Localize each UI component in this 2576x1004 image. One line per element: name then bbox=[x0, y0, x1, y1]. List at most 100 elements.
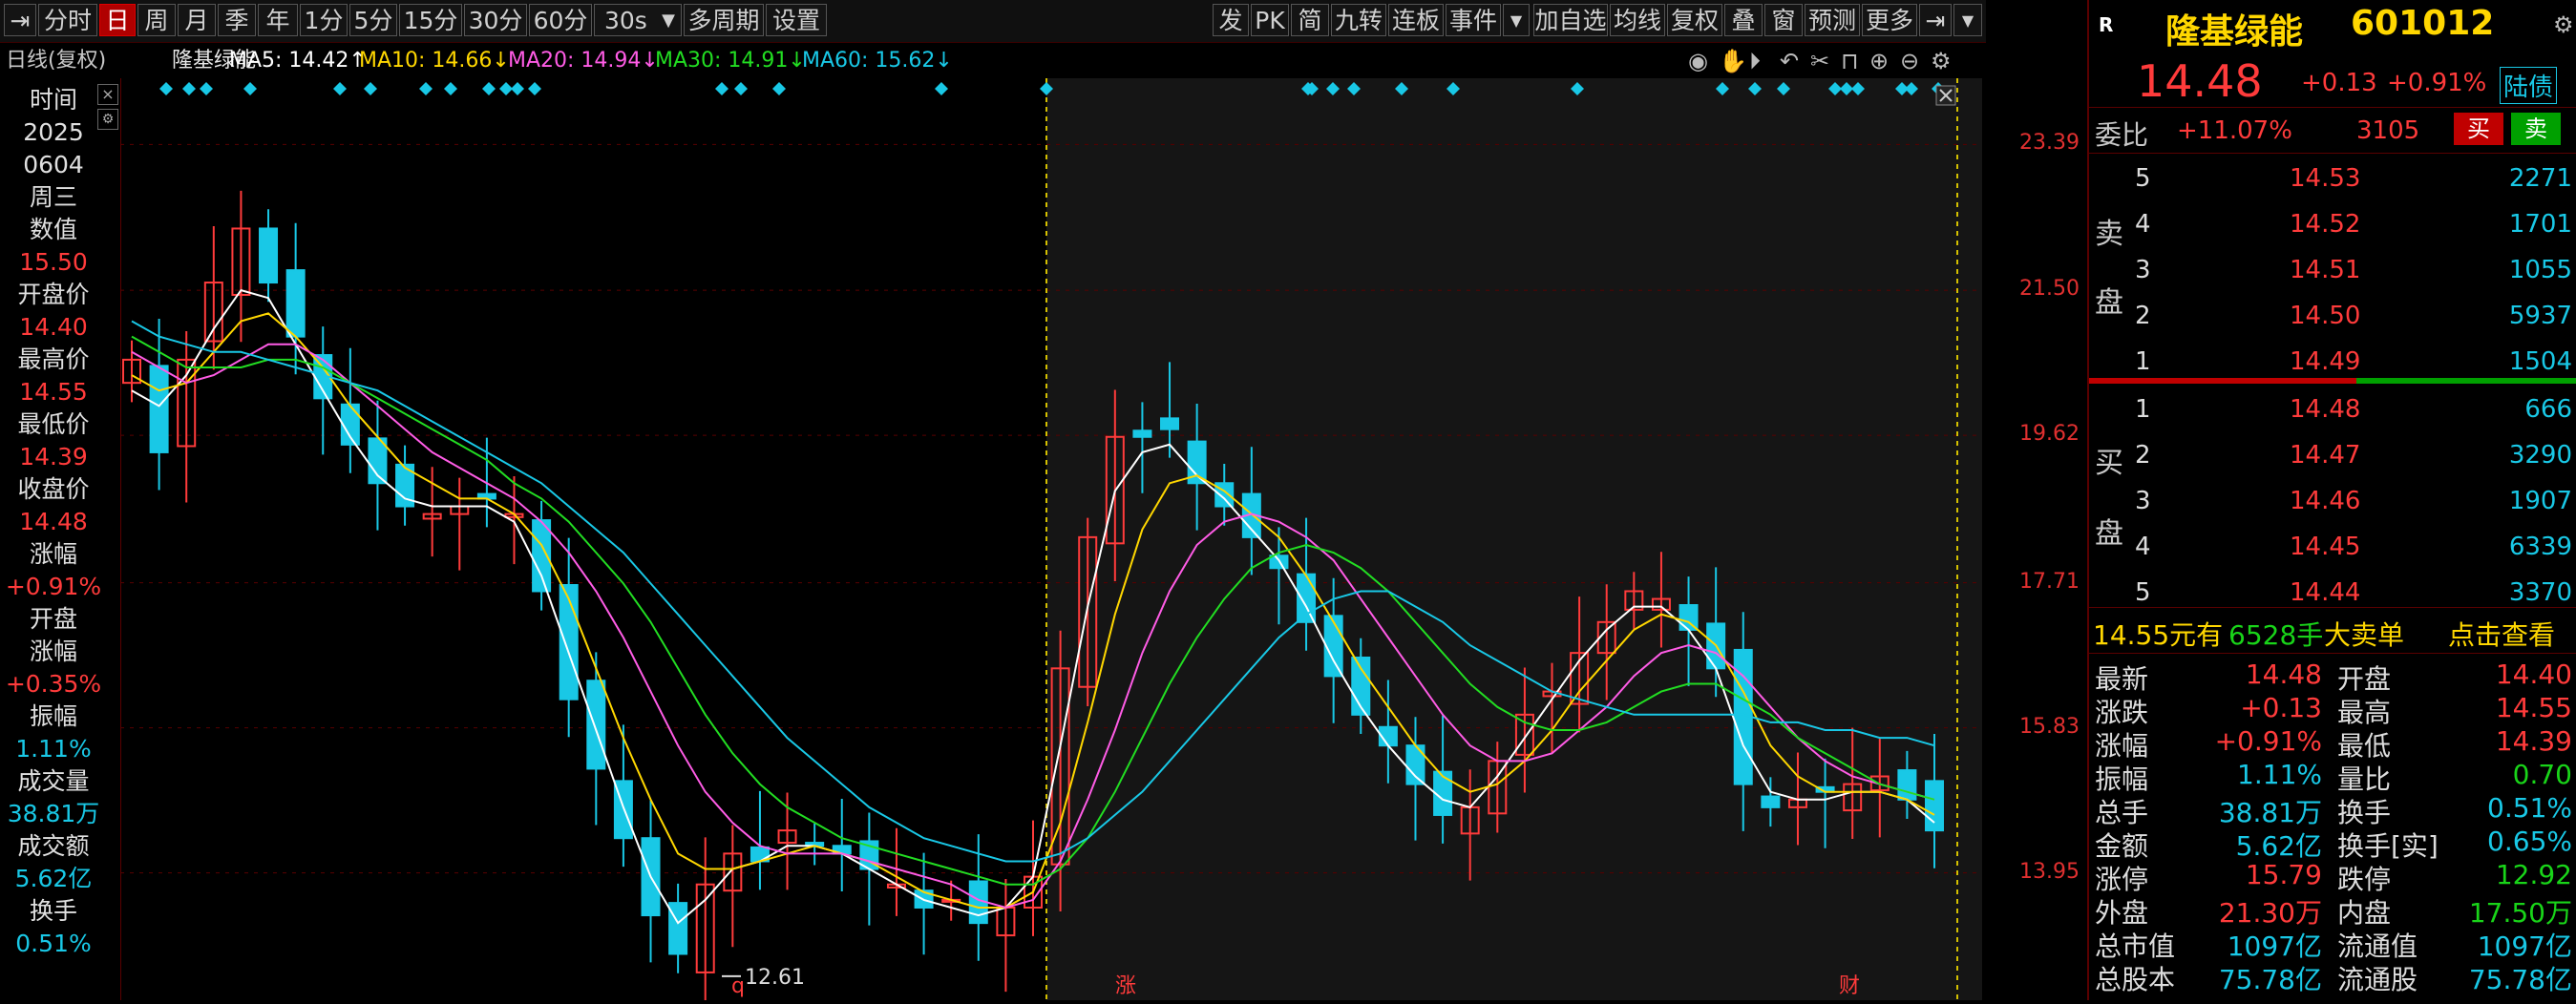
play-icon[interactable]: ⏵ bbox=[1749, 44, 1761, 78]
forecast-button[interactable]: 预测 bbox=[1805, 4, 1860, 36]
signal-diamond-icon bbox=[715, 82, 728, 95]
low-value: 14.39 bbox=[19, 443, 88, 471]
overlay-button[interactable]: 叠 bbox=[1724, 4, 1763, 36]
ask-price[interactable]: 14.49 bbox=[2290, 347, 2360, 376]
stat-label: 外盘 bbox=[2095, 897, 2149, 929]
event-marker-finance: 财 bbox=[1839, 974, 1860, 998]
tab-daily[interactable]: 日 bbox=[99, 4, 136, 36]
tab-intraday[interactable]: 分时 bbox=[38, 4, 97, 36]
ask-vol: 5937 bbox=[2508, 302, 2572, 330]
settings-icon[interactable]: ⚙ bbox=[2553, 11, 2574, 38]
undo-icon[interactable]: ↶ bbox=[1780, 44, 1799, 78]
ask-price[interactable]: 14.53 bbox=[2290, 164, 2360, 193]
ask-lvl: 3 bbox=[2135, 256, 2151, 284]
open-change-label-1: 开盘 bbox=[29, 605, 77, 633]
stat-label: 总股本 bbox=[2095, 964, 2176, 995]
stat-label: 金额 bbox=[2095, 830, 2149, 862]
stat-label: 换手[实] bbox=[2337, 830, 2439, 862]
bid-price[interactable]: 14.44 bbox=[2290, 578, 2360, 607]
bond-tag[interactable]: 陆债 bbox=[2500, 67, 2558, 104]
ma-button[interactable]: 均线 bbox=[1610, 4, 1665, 36]
tab-15min[interactable]: 15分 bbox=[399, 4, 462, 36]
ma20-legend[interactable]: MA20: 14.94↓ bbox=[508, 44, 659, 78]
toggle-panel-icon[interactable]: ⇥ bbox=[4, 4, 36, 36]
ma10-legend[interactable]: MA10: 14.66↓ bbox=[359, 44, 510, 78]
sell-button[interactable]: 卖 bbox=[2511, 113, 2561, 145]
stat-value: +0.13 bbox=[2240, 692, 2322, 723]
tab-1min[interactable]: 1分 bbox=[300, 4, 348, 36]
bid-lvl: 1 bbox=[2135, 395, 2151, 424]
ask-vol: 1055 bbox=[2508, 256, 2572, 284]
add-watchlist-button[interactable]: 加自选 bbox=[1533, 4, 1608, 36]
pk-button[interactable]: PK bbox=[1251, 4, 1289, 36]
ask-price[interactable]: 14.50 bbox=[2290, 302, 2360, 330]
stat-label: 总手 bbox=[2095, 797, 2149, 828]
lock-icon[interactable]: ⊓ bbox=[1841, 44, 1859, 78]
amount-label: 成交额 bbox=[17, 832, 90, 860]
bid-price[interactable]: 14.48 bbox=[2290, 395, 2360, 424]
close-icon[interactable]: × bbox=[97, 84, 118, 105]
crosshair-info-panel: 时间 2025 0604 周三 数值 15.50 开盘价 14.40 最高价 1… bbox=[0, 78, 121, 1000]
bid-price[interactable]: 14.47 bbox=[2290, 441, 2360, 470]
ma5-legend[interactable]: MA5: 14.42↑ bbox=[229, 44, 367, 78]
ask-price[interactable]: 14.52 bbox=[2290, 210, 2360, 239]
stat-value: 14.48 bbox=[2245, 659, 2322, 690]
limit-up-button[interactable]: 连板 bbox=[1388, 4, 1444, 36]
stat-value: 1097亿 bbox=[2477, 931, 2572, 962]
big-order-link[interactable]: 点击查看 bbox=[2448, 615, 2555, 653]
low-label: 最低价 bbox=[17, 410, 90, 438]
zoom-in-icon[interactable]: ⊕ bbox=[1869, 44, 1889, 78]
tab-60min[interactable]: 60分 bbox=[529, 4, 592, 36]
nine-turn-button[interactable]: 九转 bbox=[1331, 4, 1386, 36]
kline-chart[interactable]: 12.61 q 涨 财 bbox=[120, 78, 2049, 1004]
ask-price[interactable]: 14.51 bbox=[2290, 256, 2360, 284]
window-button[interactable]: 窗 bbox=[1764, 4, 1803, 36]
simple-button[interactable]: 简 bbox=[1291, 4, 1329, 36]
stat-label: 换手 bbox=[2337, 797, 2392, 828]
open-value: 14.40 bbox=[19, 313, 88, 341]
multi-period-button[interactable]: 多周期 bbox=[684, 4, 764, 36]
event-marker-limit-up: 涨 bbox=[1115, 974, 1136, 998]
signal-diamond-icon bbox=[159, 82, 173, 95]
candle-body bbox=[668, 902, 688, 955]
y-tick-label: 19.62 bbox=[2019, 422, 2080, 447]
weibi-label: 委比 bbox=[2095, 119, 2149, 151]
scissors-icon[interactable]: ✂ bbox=[1810, 44, 1829, 78]
tab-30s-dropdown[interactable]: 30s ▼ bbox=[594, 4, 682, 36]
tab-yearly[interactable]: 年 bbox=[258, 4, 298, 36]
settings-button[interactable]: 设置 bbox=[766, 4, 827, 36]
adjust-button[interactable]: 复权 bbox=[1667, 4, 1722, 36]
ma30-legend[interactable]: MA30: 14.91↓ bbox=[655, 44, 806, 78]
hand-icon[interactable]: ✋ bbox=[1719, 44, 1747, 78]
buy-button[interactable]: 买 bbox=[2454, 113, 2503, 145]
gear-icon[interactable]: ⚙ bbox=[1931, 44, 1952, 78]
eye-icon[interactable]: ◉ bbox=[1688, 44, 1708, 78]
date-value: 0604 bbox=[23, 151, 84, 178]
bid-price[interactable]: 14.46 bbox=[2290, 487, 2360, 515]
change-value: +0.91% bbox=[5, 573, 102, 600]
events-dropdown-icon[interactable]: ▼ bbox=[1503, 4, 1530, 36]
more-button[interactable]: 更多 bbox=[1862, 4, 1917, 36]
bid-vol: 1907 bbox=[2508, 487, 2572, 515]
zoom-out-icon[interactable]: ⊖ bbox=[1900, 44, 1919, 78]
ma60-legend[interactable]: MA60: 15.62↓ bbox=[802, 44, 953, 78]
events-button[interactable]: 事件 bbox=[1446, 4, 1501, 36]
more-dropdown-icon[interactable]: ▼ bbox=[1953, 4, 1982, 36]
stat-label: 振幅 bbox=[2095, 763, 2149, 795]
tab-30min[interactable]: 30分 bbox=[464, 4, 527, 36]
tab-monthly[interactable]: 月 bbox=[178, 4, 216, 36]
tab-5min[interactable]: 5分 bbox=[349, 4, 397, 36]
candle-body bbox=[1897, 769, 1917, 801]
signal-diamond-icon bbox=[511, 82, 524, 95]
bid-price[interactable]: 14.45 bbox=[2290, 533, 2360, 561]
expand-icon[interactable]: ⇥ bbox=[1919, 4, 1952, 36]
close-label: 收盘价 bbox=[17, 475, 90, 503]
sell-side-label-2: 盘 bbox=[2095, 286, 2123, 320]
tab-quarterly[interactable]: 季 bbox=[218, 4, 256, 36]
signal-diamond-icon bbox=[364, 82, 377, 95]
chart-mode-label[interactable]: 日线(复权) bbox=[6, 44, 106, 78]
tab-weekly[interactable]: 周 bbox=[137, 4, 176, 36]
post-button[interactable]: 发 bbox=[1213, 4, 1249, 36]
kline-svg[interactable]: 12.61q 涨 财 bbox=[120, 78, 2049, 1004]
gear-icon[interactable]: ⚙ bbox=[97, 109, 118, 130]
